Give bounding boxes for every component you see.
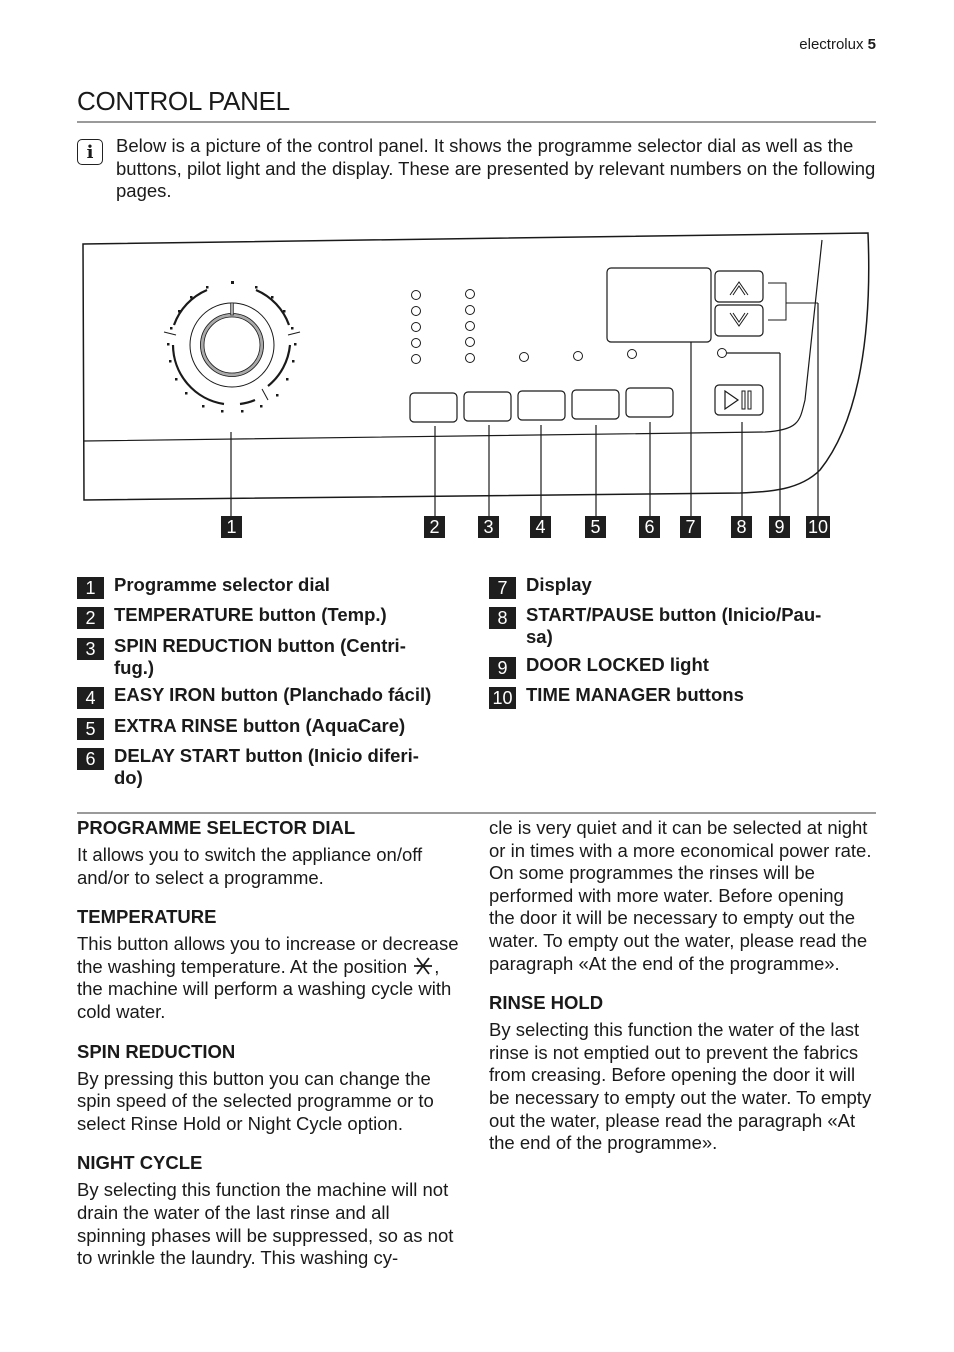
legend-label: EXTRA RINSE button (AquaCare) (114, 715, 406, 736)
page-title: CONTROL PANEL (77, 86, 290, 116)
legend-label: DELAY START button (Inicio diferi- do) (114, 745, 419, 788)
legend-item: 1 Programme selector dial (77, 574, 477, 599)
section-heading: TEMPERATURE (77, 906, 217, 928)
legend-item: 10 TIME MANAGER buttons (489, 684, 879, 709)
section-body: By pressing this button you can change t… (77, 1067, 434, 1134)
control-panel-diagram (82, 232, 870, 516)
legend-item: 7 Display (489, 574, 879, 599)
callout-9: 9 (769, 516, 790, 538)
play-pause-icon (724, 389, 740, 411)
legend-item: 2 TEMPERATURE button (Temp.) (77, 604, 477, 629)
callout-6: 6 (639, 516, 660, 538)
section-heading: SPIN REDUCTION (77, 1040, 236, 1062)
spin-reduction-button (463, 391, 512, 422)
callout-7: 7 (680, 516, 701, 538)
callout-4: 4 (530, 516, 551, 538)
legend-label: DOOR LOCKED light (526, 654, 709, 675)
legend-number: 1 (77, 577, 104, 599)
legend-number: 10 (489, 687, 516, 709)
callout-5: 5 (585, 516, 606, 538)
legend-number: 8 (489, 607, 516, 629)
section-body: By selecting this function the water of … (489, 1019, 872, 1154)
section-body: This button allows you to increase or de… (77, 933, 462, 1023)
easy-iron-button (517, 390, 566, 421)
section-body: cle is very quiet and it can be selected… (489, 817, 872, 974)
page-header: electrolux 5 (799, 36, 876, 53)
left-column: PROGRAMME SELECTOR DIAL It allows you to… (77, 817, 462, 1287)
section-heading: RINSE HOLD (489, 992, 604, 1014)
brand-name: electrolux (799, 36, 864, 53)
chevron-up-icon (729, 281, 749, 296)
legend-number: 2 (77, 607, 104, 629)
legend-label: TEMPERATURE button (Temp.) (114, 604, 387, 625)
section-heading: NIGHT CYCLE (77, 1152, 203, 1174)
temperature-button (409, 392, 458, 423)
page-number: 5 (867, 36, 876, 53)
intro-text: Below is a picture of the control panel.… (116, 135, 876, 201)
callout-8: 8 (731, 516, 752, 538)
section-divider (77, 812, 876, 814)
extra-rinse-button (571, 389, 620, 420)
display (606, 267, 712, 343)
section-body: It allows you to switch the appliance on… (77, 844, 423, 888)
cold-water-icon (414, 957, 433, 975)
legend-item: 6 DELAY START button (Inicio diferi- do) (77, 745, 477, 789)
legend-number: 6 (77, 748, 104, 770)
panel-outline (82, 232, 870, 501)
section-body: By selecting this function the machine w… (77, 1179, 454, 1269)
callout-3: 3 (478, 516, 499, 538)
legend-label: TIME MANAGER buttons (526, 684, 744, 705)
legend-label: START/PAUSE button (Inicio/Pau- sa) (526, 604, 822, 647)
legend-number: 5 (77, 718, 104, 740)
legend-label: Display (526, 574, 592, 595)
programme-selector-dial (163, 281, 301, 413)
legend-number: 3 (77, 638, 104, 660)
temperature-text-before: This button allows you to increase or de… (77, 933, 459, 977)
legend-number: 9 (489, 657, 516, 679)
legend-item: 4 EASY IRON button (Planchado fácil) (77, 684, 477, 709)
time-down-button (714, 304, 764, 337)
door-locked-light (717, 348, 727, 358)
title-divider (77, 121, 876, 123)
info-icon: i (77, 139, 103, 165)
legend-label: SPIN REDUCTION button (Centri- fug.) (114, 635, 406, 678)
legend-item: 3 SPIN REDUCTION button (Centri- fug.) (77, 635, 477, 679)
panel-inner-line (83, 239, 823, 442)
legend-item: 5 EXTRA RINSE button (AquaCare) (77, 715, 477, 740)
legend-number: 7 (489, 577, 516, 599)
callout-2: 2 (424, 516, 445, 538)
callout-10: 10 (806, 516, 830, 538)
delay-start-button (625, 387, 674, 418)
right-column: cle is very quiet and it can be selected… (489, 817, 874, 1172)
legend-item: 8 START/PAUSE button (Inicio/Pau- sa) (489, 604, 879, 648)
section-heading: PROGRAMME SELECTOR DIAL (77, 817, 356, 838)
callout-1: 1 (221, 516, 242, 538)
chevron-down-icon (729, 312, 749, 327)
legend-label: EASY IRON button (Planchado fácil) (114, 684, 432, 705)
indicator-leds (411, 289, 727, 364)
legend-label: Programme selector dial (114, 574, 330, 595)
legend-number: 4 (77, 687, 104, 709)
legend-item: 9 DOOR LOCKED light (489, 654, 879, 679)
